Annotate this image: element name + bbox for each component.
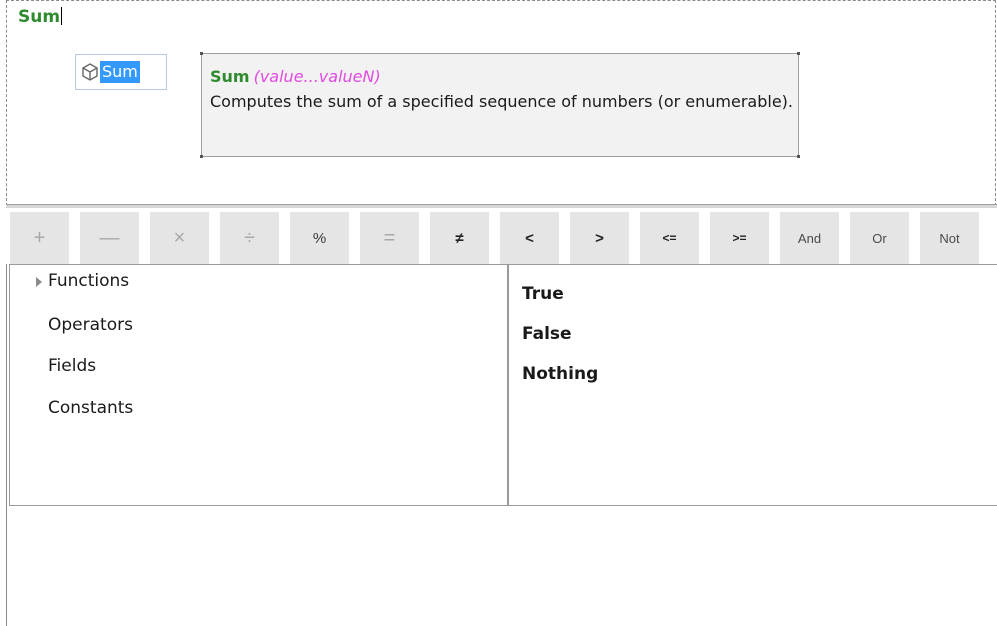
and-button[interactable]: And: [780, 212, 839, 264]
expression-editor-window: Sum Sum Sum (value...valueN) Computes the…: [0, 0, 997, 626]
cube-icon: [80, 62, 100, 82]
value-item-nothing[interactable]: Nothing: [522, 363, 598, 385]
category-item-constants[interactable]: Constants: [48, 397, 133, 419]
greater-than-button[interactable]: >: [570, 212, 629, 264]
greater-or-equal-button[interactable]: >=: [710, 212, 769, 264]
equals-button[interactable]: =: [360, 212, 419, 264]
autocomplete-list: Sum: [75, 54, 167, 90]
autocomplete-item[interactable]: Sum: [80, 58, 140, 86]
minus-button[interactable]: —: [80, 212, 139, 264]
lower-panels: Functions Operators Fields Constants Tru…: [6, 264, 997, 626]
tooltip-corner-marker: [200, 155, 203, 158]
modulo-button[interactable]: %: [290, 212, 349, 264]
tooltip-function-name: Sum: [210, 67, 250, 86]
tooltip-signature-line: Sum (value...valueN): [210, 64, 790, 89]
not-button[interactable]: Not: [920, 212, 979, 264]
less-than-button[interactable]: <: [500, 212, 559, 264]
not-equals-button[interactable]: ≠: [430, 212, 489, 264]
category-item-functions[interactable]: Functions: [48, 270, 129, 292]
function-tooltip: Sum (value...valueN) Computes the sum of …: [200, 52, 800, 158]
tooltip-corner-marker: [797, 52, 800, 55]
text-caret: [61, 7, 63, 25]
tooltip-description: Computes the sum of a specified sequence…: [210, 92, 793, 111]
tooltip-corner-marker: [200, 52, 203, 55]
less-or-equal-button[interactable]: <=: [640, 212, 699, 264]
autocomplete-item-label: Sum: [100, 61, 140, 83]
operator-toolbar: + — × ÷ % = ≠ < > <= >= And Or Not: [10, 212, 997, 264]
multiply-button[interactable]: ×: [150, 212, 209, 264]
expression-text: Sum: [18, 7, 63, 27]
or-button[interactable]: Or: [850, 212, 909, 264]
expression-text-area[interactable]: Sum Sum Sum (value...valueN) Computes the…: [6, 0, 996, 206]
divide-button[interactable]: ÷: [220, 212, 279, 264]
tooltip-function-signature: (value...valueN): [253, 67, 381, 86]
category-item-fields[interactable]: Fields: [48, 355, 96, 377]
plus-button[interactable]: +: [10, 212, 69, 264]
expression-value: Sum: [18, 7, 61, 27]
tooltip-corner-marker: [797, 155, 800, 158]
category-item-operators[interactable]: Operators: [48, 314, 133, 336]
value-list: True False Nothing: [509, 264, 997, 506]
category-list: Functions Operators Fields Constants: [9, 264, 509, 506]
panel-splitter[interactable]: [6, 204, 997, 208]
expand-arrow-icon[interactable]: [36, 277, 42, 287]
value-item-true[interactable]: True: [522, 283, 564, 305]
value-item-false[interactable]: False: [522, 323, 572, 345]
